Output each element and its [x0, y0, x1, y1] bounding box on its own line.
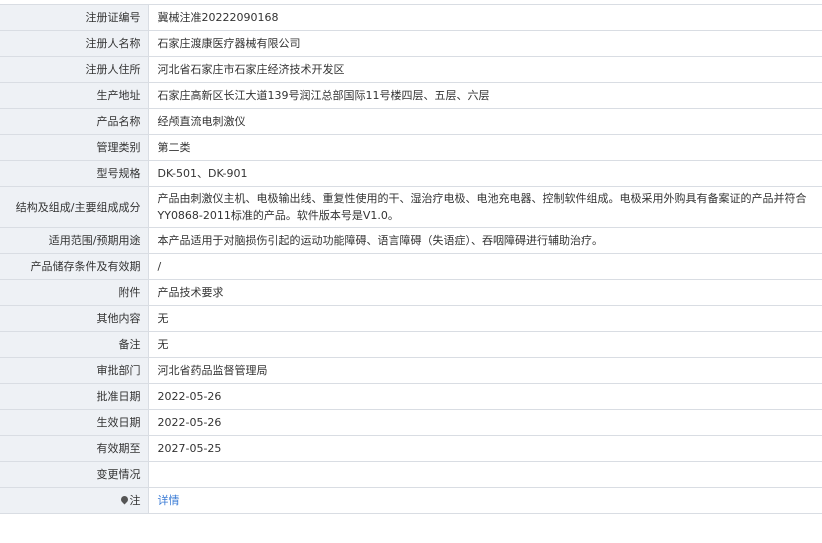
row-label: 适用范围/预期用途 — [0, 227, 149, 254]
table-row: 产品储存条件及有效期 / — [0, 253, 822, 280]
table-row: 变更情况 — [0, 461, 822, 488]
table-row: 型号规格 DK-501、DK-901 — [0, 160, 822, 187]
table-row: 结构及组成/主要组成成分 产品由刺激仪主机、电极输出线、重复性使用的干、湿治疗电… — [0, 186, 822, 228]
row-label: 注册人住所 — [0, 56, 149, 83]
row-value: 经颅直流电刺激仪 — [147, 108, 822, 135]
row-label: 备注 — [0, 331, 149, 358]
row-value: 2022-05-26 — [147, 409, 822, 436]
row-value: 河北省药品监督管理局 — [147, 357, 822, 384]
details-link[interactable]: 详情 — [158, 494, 180, 507]
row-value: 本产品适用于对脑损伤引起的运动功能障碍、语言障碍（失语症）、吞咽障碍进行辅助治疗… — [147, 227, 822, 254]
row-label: 批准日期 — [0, 383, 149, 410]
row-value: 2027-05-25 — [147, 435, 822, 462]
table-row: 产品名称 经颅直流电刺激仪 — [0, 108, 822, 135]
row-label: 有效期至 — [0, 435, 149, 462]
row-value: 产品技术要求 — [147, 279, 822, 306]
registration-info-table: 注册证编号 冀械注准20222090168 注册人名称 石家庄渡康医疗器械有限公… — [0, 4, 822, 514]
row-value: 石家庄高新区长江大道139号润江总部国际11号楼四层、五层、六层 — [147, 82, 822, 109]
row-label: 管理类别 — [0, 134, 149, 161]
row-label: 产品名称 — [0, 108, 149, 135]
table-row: 注册证编号 冀械注准20222090168 — [0, 4, 822, 31]
row-label: 型号规格 — [0, 160, 149, 187]
row-label: 生产地址 — [0, 82, 149, 109]
row-label: 注册证编号 — [0, 4, 149, 31]
row-label: 变更情况 — [0, 461, 149, 488]
row-value: 产品由刺激仪主机、电极输出线、重复性使用的干、湿治疗电极、电池充电器、控制软件组… — [147, 186, 822, 228]
note-value: 详情 — [147, 487, 822, 514]
row-value: 河北省石家庄市石家庄经济技术开发区 — [147, 56, 822, 83]
row-value: 石家庄渡康医疗器械有限公司 — [147, 30, 822, 57]
table-row: 批准日期 2022-05-26 — [0, 383, 822, 410]
row-value: 冀械注准20222090168 — [147, 4, 822, 31]
table-row: 注册人名称 石家庄渡康医疗器械有限公司 — [0, 30, 822, 57]
row-label: 附件 — [0, 279, 149, 306]
row-value: 无 — [147, 331, 822, 358]
row-label: 其他内容 — [0, 305, 149, 332]
table-row: 适用范围/预期用途 本产品适用于对脑损伤引起的运动功能障碍、语言障碍（失语症）、… — [0, 227, 822, 254]
table-row: 管理类别 第二类 — [0, 134, 822, 161]
table-row: 有效期至 2027-05-25 — [0, 435, 822, 462]
registration-detail-page: 注册证编号 冀械注准20222090168 注册人名称 石家庄渡康医疗器械有限公… — [0, 0, 822, 543]
row-label: 产品储存条件及有效期 — [0, 253, 149, 280]
row-value: 2022-05-26 — [147, 383, 822, 410]
row-label: 审批部门 — [0, 357, 149, 384]
table-row: 附件 产品技术要求 — [0, 279, 822, 306]
map-pin-icon — [119, 494, 129, 505]
note-row: 注 详情 — [0, 487, 822, 514]
table-row: 备注 无 — [0, 331, 822, 358]
row-value — [147, 461, 822, 488]
table-row: 生产地址 石家庄高新区长江大道139号润江总部国际11号楼四层、五层、六层 — [0, 82, 822, 109]
row-label: 生效日期 — [0, 409, 149, 436]
row-value: 无 — [147, 305, 822, 332]
table-row: 注册人住所 河北省石家庄市石家庄经济技术开发区 — [0, 56, 822, 83]
table-row: 其他内容 无 — [0, 305, 822, 332]
row-label: 注册人名称 — [0, 30, 149, 57]
note-label: 注 — [129, 494, 141, 507]
row-value: DK-501、DK-901 — [147, 160, 822, 187]
table-row: 审批部门 河北省药品监督管理局 — [0, 357, 822, 384]
row-value: 第二类 — [147, 134, 822, 161]
row-value: / — [147, 253, 822, 280]
note-label-cell: 注 — [0, 487, 149, 514]
row-label: 结构及组成/主要组成成分 — [0, 186, 149, 228]
table-row: 生效日期 2022-05-26 — [0, 409, 822, 436]
